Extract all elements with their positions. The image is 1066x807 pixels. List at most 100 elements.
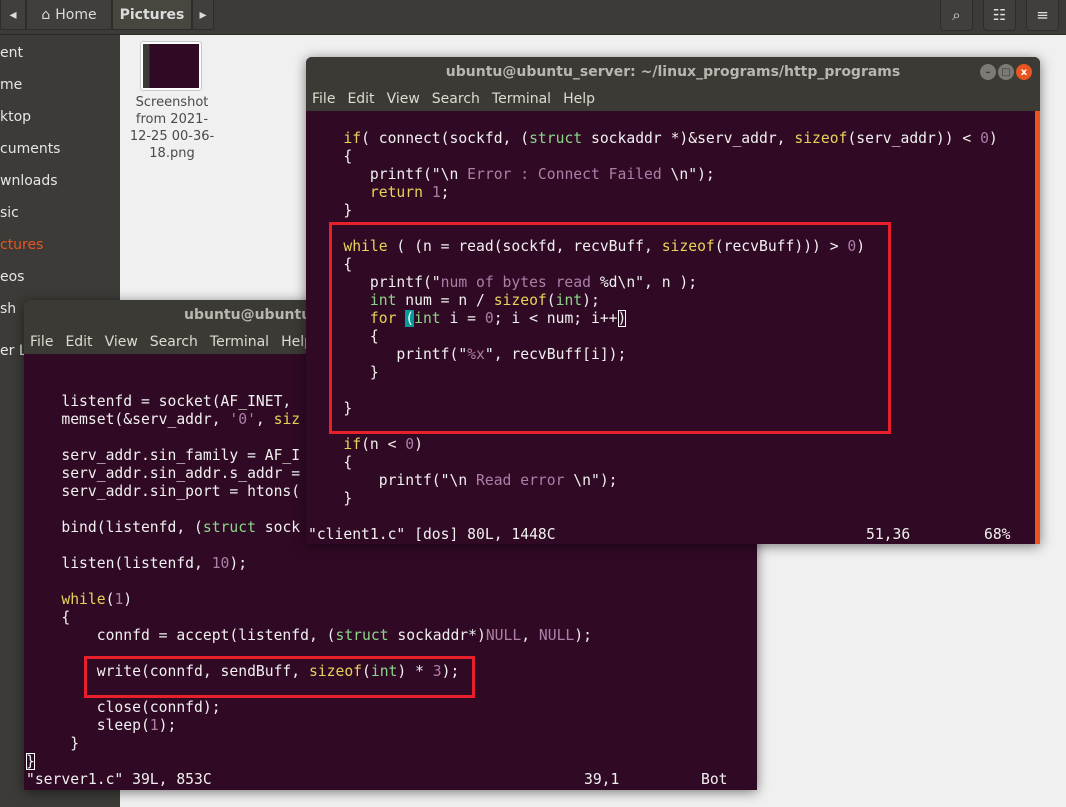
code-token: sockaddr*)	[388, 627, 486, 644]
sidebar-item[interactable]: ent	[0, 43, 23, 63]
sidebar-item[interactable]: eos	[0, 267, 24, 287]
view-toggle-icon: ☷	[992, 6, 1007, 24]
code-line: if( connect(sockfd, (struct sockaddr *)&…	[308, 130, 1040, 148]
highlight-box-read-loop	[329, 222, 891, 434]
vim-status-line: "client1.c" [dos] 80L, 1448C 51,36 68%	[308, 526, 1040, 544]
highlight-box-write	[84, 656, 475, 698]
code-token: while	[61, 591, 106, 608]
code-token: sock	[255, 519, 301, 536]
minimize-icon: –	[985, 66, 991, 78]
sidebar-item[interactable]: me	[0, 75, 22, 95]
code-token: bind(listenfd, (	[26, 519, 203, 536]
code-line: while(1)	[26, 591, 757, 609]
code-token: );	[158, 717, 177, 734]
forward-button[interactable]: ▸	[192, 0, 214, 30]
menu-edit[interactable]: Edit	[347, 91, 374, 107]
code-token: siz	[273, 411, 301, 428]
code-token: \n");	[564, 472, 618, 489]
code-token: }	[26, 753, 35, 770]
menu-view[interactable]: View	[105, 334, 138, 350]
code-line: connfd = accept(listenfd, (struct sockad…	[26, 627, 757, 645]
close-icon: x	[1020, 66, 1028, 78]
code-token: )	[123, 591, 133, 608]
code-token: ,	[255, 411, 274, 428]
menu-help[interactable]: Help	[563, 91, 595, 107]
sidebar-item[interactable]: ctures	[0, 235, 43, 255]
code-line: listen(listenfd, 10);	[26, 555, 757, 573]
code-token: NULL	[538, 627, 575, 644]
sidebar-item[interactable]: ktop	[0, 107, 31, 127]
menu-file[interactable]: File	[30, 334, 53, 350]
client-titlebar[interactable]: ubuntu@ubuntu_server: ~/linux_programs/h…	[306, 57, 1040, 87]
code-token: 0	[405, 436, 415, 453]
client-menubar: File Edit View Search Terminal Help	[306, 87, 1040, 111]
home-icon: ⌂	[41, 6, 51, 23]
close-button[interactable]: x	[1016, 64, 1032, 80]
code-token: ;	[440, 184, 450, 201]
menu-search[interactable]: Search	[432, 91, 480, 107]
sidebar-item[interactable]: cuments	[0, 139, 60, 159]
back-button[interactable]: ◂	[0, 0, 26, 30]
code-line: {	[308, 148, 1040, 166]
code-token: (serv_addr)) <	[847, 130, 981, 147]
menu-button[interactable]: ≡	[1026, 0, 1059, 31]
code-token: close(connfd);	[26, 699, 221, 716]
maximize-button[interactable]: □	[998, 64, 1014, 80]
status-file: "server1.c" 39L, 853C	[26, 771, 212, 788]
status-percent: 68%	[984, 526, 1011, 543]
client-terminal-window[interactable]: ubuntu@ubuntu_server: ~/linux_programs/h…	[306, 57, 1040, 544]
code-token: }	[26, 735, 80, 752]
search-button[interactable]: ⌕	[940, 0, 973, 31]
scrollbar[interactable]	[1035, 111, 1040, 544]
code-token: );	[574, 627, 592, 644]
code-line: {	[26, 609, 757, 627]
sidebar-item[interactable]: wnloads	[0, 171, 58, 191]
menu-file[interactable]: File	[312, 91, 335, 107]
file-thumbnail[interactable]	[140, 41, 202, 91]
sidebar-item[interactable]: sh	[0, 299, 16, 319]
menu-view[interactable]: View	[387, 91, 420, 107]
code-token: }	[308, 202, 353, 219]
code-token: 0	[980, 130, 989, 147]
code-line: }	[26, 753, 757, 771]
code-token: struct	[202, 519, 256, 536]
code-token: listenfd = socket(AF_INET,	[26, 393, 292, 410]
maximize-icon: □	[1001, 66, 1011, 78]
code-token: NULL	[485, 627, 522, 644]
code-token: '0'	[229, 411, 256, 428]
code-line: sleep(1);	[26, 717, 757, 735]
minimize-button[interactable]: –	[980, 64, 996, 80]
code-token: ( connect(sockfd, (	[361, 130, 530, 147]
path-pictures-button[interactable]: Pictures	[112, 0, 192, 30]
code-token: Read error	[476, 472, 565, 489]
sidebar-item[interactable]: er L	[0, 341, 27, 361]
menu-search[interactable]: Search	[150, 334, 198, 350]
vim-status-line: "server1.c" 39L, 853C 39,1 Bot	[26, 771, 757, 789]
code-line: }	[26, 735, 757, 753]
code-token: )	[988, 130, 998, 147]
code-token: printf("\n	[308, 472, 477, 489]
code-line: return 1;	[308, 184, 1040, 202]
menu-terminal[interactable]: Terminal	[210, 334, 269, 350]
view-toggle-button[interactable]: ☷	[983, 0, 1016, 31]
search-icon: ⌕	[952, 6, 961, 24]
status-file: "client1.c" [dos] 80L, 1448C	[308, 526, 556, 543]
path-home-button[interactable]: ⌂ Home	[26, 0, 112, 30]
code-line: printf("\n Error : Connect Failed \n");	[308, 166, 1040, 184]
code-line: {	[308, 454, 1040, 472]
forward-arrow-icon: ▸	[199, 6, 207, 23]
code-token: 1	[114, 591, 124, 608]
file-name[interactable]: Screenshot from 2021-12-25 00-36-18.png	[128, 94, 216, 162]
code-token: printf("\n	[308, 166, 468, 183]
code-token: 10	[211, 555, 230, 572]
sidebar-item[interactable]: sic	[0, 203, 19, 223]
menu-edit[interactable]: Edit	[65, 334, 92, 350]
menu-terminal[interactable]: Terminal	[492, 91, 551, 107]
code-line: }	[308, 490, 1040, 508]
code-token: sizeof	[794, 130, 848, 147]
code-token: serv_addr.sin_addr.s_addr =	[26, 465, 301, 482]
